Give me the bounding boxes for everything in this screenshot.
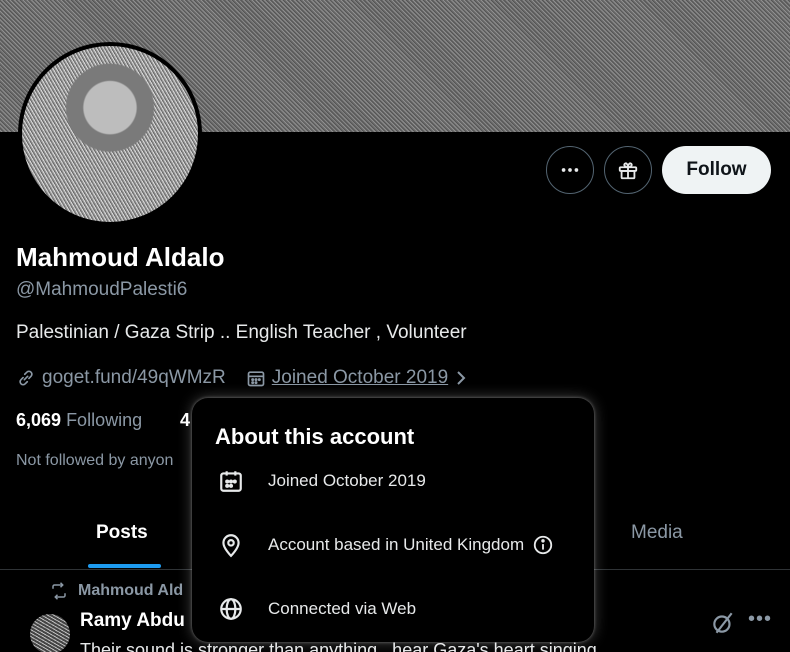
tab-posts[interactable]: Posts bbox=[96, 522, 148, 544]
location-pin-icon bbox=[222, 534, 240, 558]
tweet-more-icon[interactable]: ••• bbox=[748, 608, 772, 631]
calendar-icon bbox=[220, 471, 242, 492]
profile-link[interactable]: goget.fund/49qWMzR bbox=[42, 367, 226, 389]
following-count: 6,069 bbox=[16, 410, 62, 430]
profile-handle: @MahmoudPalesti6 bbox=[16, 279, 188, 300]
about-joined-row: Joined October 2019 bbox=[216, 466, 426, 496]
globe-icon bbox=[220, 598, 242, 620]
repost-icon bbox=[52, 582, 66, 600]
not-followed-text: Not followed by anyon bbox=[16, 452, 174, 469]
more-horizontal-icon bbox=[561, 168, 579, 172]
about-account-popover: About this account Joined October 2019 A… bbox=[192, 398, 594, 642]
gift-icon bbox=[618, 162, 638, 180]
gift-button[interactable] bbox=[604, 146, 652, 194]
active-tab-indicator bbox=[88, 564, 161, 568]
tab-media[interactable]: Media bbox=[631, 522, 683, 544]
avatar-photo bbox=[22, 46, 198, 222]
about-connection-row: Connected via Web bbox=[216, 594, 416, 624]
joined-date-link[interactable]: Joined October 2019 bbox=[272, 367, 448, 389]
calendar-icon bbox=[247, 371, 265, 387]
profile-meta: goget.fund/49qWMzR Joined October 2019 bbox=[16, 366, 468, 390]
about-joined-text: Joined October 2019 bbox=[268, 471, 426, 490]
about-location-text: Account based in United Kingdom bbox=[268, 535, 525, 554]
followers-count[interactable]: 4 bbox=[180, 410, 190, 431]
tweet-author-avatar[interactable] bbox=[30, 614, 70, 652]
popover-title: About this account bbox=[215, 424, 415, 449]
profile-bio: Palestinian / Gaza Strip .. English Teac… bbox=[16, 322, 467, 343]
tweet-author-name[interactable]: Ramy Abdu bbox=[80, 610, 185, 632]
profile-name: Mahmoud Aldalo bbox=[16, 242, 225, 272]
following-label: Following bbox=[66, 410, 143, 430]
chevron-right-icon[interactable] bbox=[454, 370, 468, 386]
repost-indicator: Mahmoud Ald bbox=[50, 582, 183, 600]
grok-icon[interactable] bbox=[710, 610, 736, 636]
following-stat[interactable]: 6,069 Following bbox=[16, 410, 142, 431]
about-location-row: Account based in United Kingdom bbox=[216, 530, 554, 560]
more-button[interactable] bbox=[546, 146, 594, 194]
profile-avatar[interactable] bbox=[18, 42, 202, 226]
repost-user[interactable]: Mahmoud Ald bbox=[78, 582, 183, 600]
link-icon bbox=[19, 370, 33, 386]
follow-button[interactable]: Follow bbox=[662, 146, 771, 194]
info-icon[interactable] bbox=[532, 534, 554, 556]
about-connection-text: Connected via Web bbox=[268, 599, 417, 618]
